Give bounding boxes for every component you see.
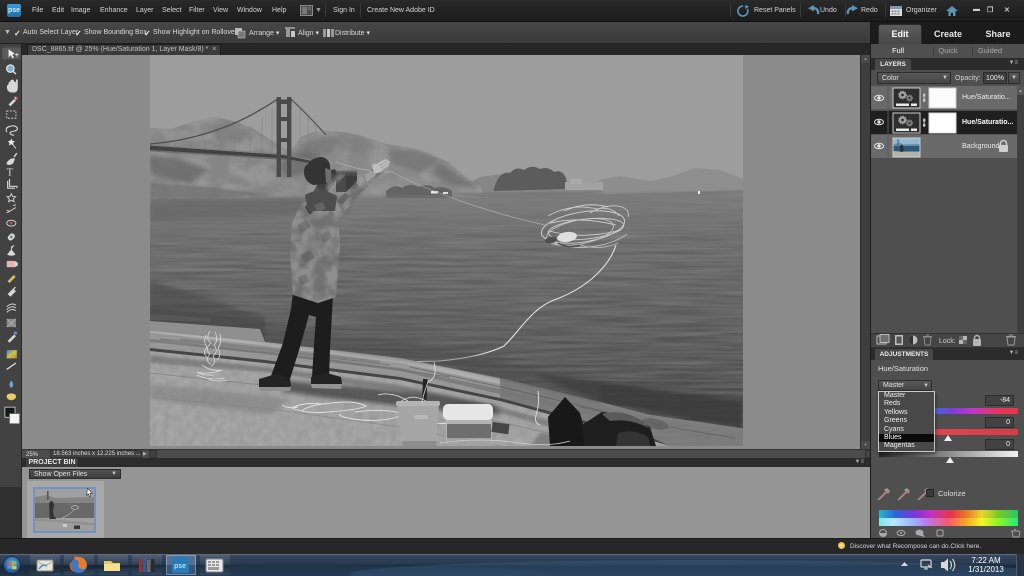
svg-text:pse: pse	[174, 563, 186, 570]
svg-text:T: T	[7, 167, 13, 178]
svg-text:Lock:: Lock:	[939, 338, 956, 345]
